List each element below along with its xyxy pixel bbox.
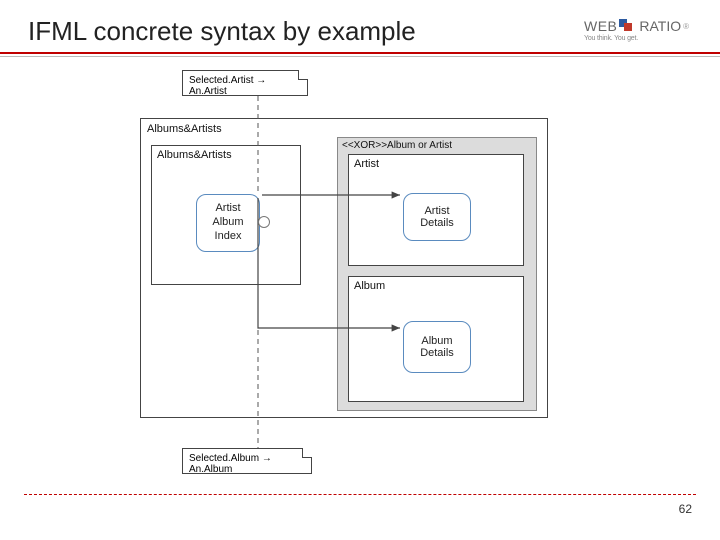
view-container-artist: Artist Artist Details [348, 154, 524, 266]
logo-mark-icon [619, 19, 637, 33]
footer-divider [24, 494, 696, 495]
component-line: Artist [215, 202, 240, 216]
view-container-outer: Albums&Artists Albums&Artists Artist Alb… [140, 118, 548, 418]
left-view-label: Albums&Artists [152, 146, 300, 164]
logo-registered-icon: ® [683, 22, 689, 31]
diagram-canvas: Selected.Artist → An.Artist Selected.Alb… [140, 118, 570, 418]
binding-note-bottom: Selected.Album → An.Album [182, 448, 312, 474]
slide: IFML concrete syntax by example WEB RATI… [0, 0, 720, 540]
xor-label: <<XOR>>Album or Artist [338, 138, 536, 153]
logo-tagline: You think. You get. [584, 35, 694, 42]
component-line: Artist [424, 205, 449, 217]
album-view-label: Album [349, 277, 523, 295]
outer-container-label: Albums&Artists [147, 123, 222, 135]
component-line: Album [421, 335, 452, 347]
logo-web-text: WEB [584, 18, 617, 34]
binding-note-top-text: Selected.Artist → An.Artist [189, 75, 266, 97]
navigation-event-port [258, 216, 270, 228]
view-container-album: Album Album Details [348, 276, 524, 402]
view-container-left: Albums&Artists Artist Album Index [151, 145, 301, 285]
page-number: 62 [679, 502, 692, 516]
component-line: Details [420, 347, 454, 359]
xor-container: <<XOR>>Album or Artist Artist Artist Det… [337, 137, 537, 411]
note-fold-icon [298, 70, 308, 80]
component-line: Album [212, 216, 243, 230]
binding-note-bottom-text: Selected.Album → An.Album [189, 453, 272, 475]
logo-ratio-text: RATIO [639, 18, 681, 34]
title-subline [0, 56, 720, 57]
component-line: Index [215, 230, 242, 244]
component-album-details: Album Details [403, 321, 471, 373]
artist-view-label: Artist [349, 155, 523, 173]
title-underline [0, 52, 720, 54]
component-artist-album-index: Artist Album Index [196, 194, 260, 252]
component-artist-details: Artist Details [403, 193, 471, 241]
brand-logo: WEB RATIO ® You think. You get. [584, 18, 694, 42]
binding-note-top: Selected.Artist → An.Artist [182, 70, 308, 96]
component-line: Details [420, 217, 454, 229]
note-fold-icon [302, 448, 312, 458]
page-title: IFML concrete syntax by example [28, 16, 416, 47]
